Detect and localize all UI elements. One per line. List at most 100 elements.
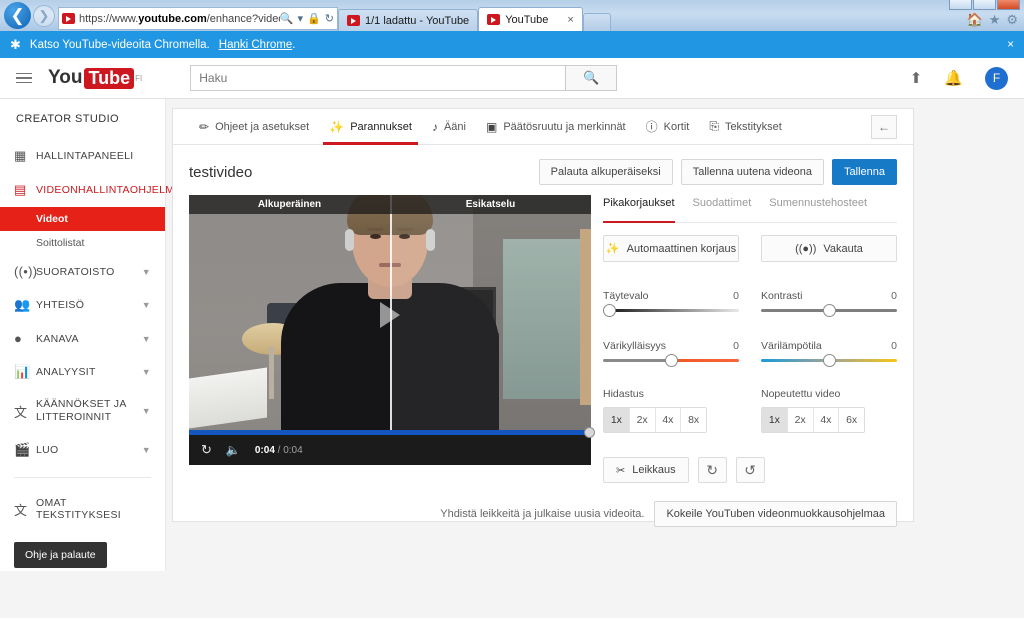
sidebar-item-suoratoisto[interactable]: ((•)) SUORATOISTO ▼ bbox=[0, 255, 165, 288]
help-feedback-button[interactable]: Ohje ja palaute bbox=[14, 542, 107, 569]
guide-menu-button[interactable] bbox=[16, 72, 32, 84]
tab-ohjeet-ja-asetukset[interactable]: ✏ Ohjeet ja asetukset bbox=[189, 109, 319, 145]
avatar[interactable]: F bbox=[985, 66, 1008, 90]
revert-button[interactable]: Palauta alkuperäiseksi bbox=[538, 159, 673, 185]
fast-option-6x[interactable]: 6x bbox=[839, 408, 864, 432]
maximize-button[interactable] bbox=[973, 0, 996, 10]
pencil-icon: ✏ bbox=[199, 119, 210, 134]
slider-taytevalo: Täytevalo 0 bbox=[603, 290, 739, 317]
rotate-clockwise-button[interactable]: ↻ bbox=[697, 457, 727, 483]
new-tab-button[interactable] bbox=[582, 13, 611, 31]
video-editor-cta-button[interactable]: Kokeile YouTuben videonmuokkausohjelmaa bbox=[654, 501, 897, 527]
play-button-overlay[interactable] bbox=[380, 302, 400, 328]
window-close-button[interactable] bbox=[997, 0, 1020, 10]
window-controls[interactable] bbox=[948, 0, 1020, 10]
video-frame[interactable]: Alkuperäinen Esikatselu bbox=[189, 195, 591, 435]
slider-track[interactable] bbox=[603, 354, 739, 367]
get-chrome-link[interactable]: Hanki Chrome bbox=[219, 39, 293, 51]
rotate-counterclockwise-button[interactable]: ↺ bbox=[735, 457, 765, 483]
video-player: Alkuperäinen Esikatselu ↻ 🔈 0:04 / 0:04 bbox=[189, 195, 595, 483]
tab-parannukset[interactable]: ✨ Parannukset bbox=[319, 109, 422, 145]
tab-label: Päätösruutu ja merkinnät bbox=[503, 120, 626, 133]
browser-back-button[interactable]: ❮ bbox=[4, 2, 31, 29]
tab-pikakorjaukset[interactable]: Pikakorjaukset bbox=[603, 197, 675, 223]
slider-track[interactable] bbox=[761, 304, 897, 317]
browser-toolbar-icons[interactable]: 🏠 ★ ⚙ bbox=[967, 12, 1024, 31]
back-arrow-button[interactable]: ← bbox=[871, 114, 897, 139]
sidebar-item-analyysit[interactable]: 📊 ANALYYSIT ▼ bbox=[0, 355, 165, 389]
progress-bar[interactable] bbox=[189, 427, 595, 438]
sidebar-item-label: KANAVA bbox=[36, 332, 79, 345]
browser-forward-button[interactable]: ❯ bbox=[33, 5, 55, 27]
slow-option-4x[interactable]: 4x bbox=[655, 408, 682, 432]
youtube-favicon bbox=[62, 13, 75, 24]
masthead-actions: ⬆ 🔔 F bbox=[910, 66, 1008, 90]
chevron-down-icon[interactable]: ▾ bbox=[298, 12, 304, 25]
address-bar-icons[interactable]: 🔍 ▾ 🔒 ↻ bbox=[280, 12, 334, 25]
music-note-icon: ♪ bbox=[431, 119, 438, 134]
promo-close-icon[interactable]: × bbox=[1007, 39, 1014, 51]
slow-option-1x[interactable]: 1x bbox=[604, 408, 630, 432]
minimize-button[interactable] bbox=[949, 0, 972, 10]
volume-icon[interactable]: 🔈 bbox=[226, 443, 241, 457]
slider-track[interactable] bbox=[603, 304, 739, 317]
stabilize-button[interactable]: ((●)) Vakauta bbox=[761, 235, 897, 262]
search-input[interactable] bbox=[190, 65, 566, 91]
sidebar-item-kanava[interactable]: ● KANAVA ▼ bbox=[0, 322, 165, 355]
notifications-bell-icon[interactable]: 🔔 bbox=[944, 69, 963, 87]
save-as-new-button[interactable]: Tallenna uutena videona bbox=[680, 159, 825, 185]
sidebar-title: CREATOR STUDIO bbox=[16, 113, 119, 125]
sidebar-item-soittolistat[interactable]: Soittolistat bbox=[0, 231, 165, 255]
slider-handle[interactable] bbox=[665, 354, 678, 367]
fast-option-4x[interactable]: 4x bbox=[813, 408, 840, 432]
chevron-down-icon: ▼ bbox=[141, 333, 151, 344]
search-button[interactable]: 🔍 bbox=[565, 65, 618, 91]
search-icon[interactable]: 🔍 bbox=[280, 12, 294, 25]
save-button[interactable]: Tallenna bbox=[832, 159, 897, 185]
slow-option-2x[interactable]: 2x bbox=[629, 408, 656, 432]
slider-handle[interactable] bbox=[823, 354, 836, 367]
settings-gear-icon[interactable]: ⚙ bbox=[1006, 12, 1018, 28]
magic-wand-icon: ✨ bbox=[605, 243, 620, 255]
tab-tekstitykset[interactable]: ⎘ Tekstitykset bbox=[699, 109, 791, 145]
sidebar-item-yhteiso[interactable]: 👥 YHTEISÖ ▼ bbox=[0, 288, 165, 322]
sidebar-item-kaannokset[interactable]: 文 KÄÄNNÖKSET JA LITTEROINNIT ▼ bbox=[0, 389, 165, 433]
youtube-logo[interactable]: You Tube FI bbox=[48, 67, 142, 89]
reload-icon[interactable]: ↻ bbox=[325, 12, 334, 25]
progress-knob[interactable] bbox=[584, 427, 595, 438]
address-bar[interactable]: https://www.youtube.com/enhance?video_re… bbox=[58, 7, 338, 30]
sidebar-divider bbox=[14, 477, 151, 479]
slow-option-8x[interactable]: 8x bbox=[681, 408, 706, 432]
sidebar-item-my-subtitles[interactable]: 文 OMAT TEKSTITYKSESI bbox=[0, 488, 165, 530]
fast-option-2x[interactable]: 2x bbox=[787, 408, 814, 432]
tab-aani[interactable]: ♪ Ääni bbox=[422, 109, 476, 145]
slider-varilampotila: Värilämpötila 0 bbox=[761, 340, 897, 367]
sidebar-item-videot[interactable]: Videot bbox=[0, 207, 165, 231]
tab-suodattimet[interactable]: Suodattimet bbox=[693, 197, 752, 222]
home-icon[interactable]: 🏠 bbox=[967, 12, 983, 28]
page-title: testivideo bbox=[189, 163, 253, 181]
slider-handle[interactable] bbox=[823, 304, 836, 317]
sidebar-item-dashboard[interactable]: ▦ HALLINTAPANEELI bbox=[0, 139, 165, 173]
chevron-down-icon: ▼ bbox=[141, 300, 151, 310]
fast-option-1x[interactable]: 1x bbox=[762, 408, 788, 432]
auto-fix-button[interactable]: ✨ Automaattinen korjaus bbox=[603, 235, 739, 262]
browser-tab-0[interactable]: 1/1 ladattu - YouTube bbox=[338, 9, 479, 31]
analytics-icon: 📊 bbox=[14, 364, 31, 379]
sidebar-item-video-manager[interactable]: ▤ VIDEONHALLINTAOHJELMA bbox=[0, 173, 181, 207]
tab-kortit[interactable]: ⓘ Kortit bbox=[636, 109, 700, 145]
favorites-star-icon[interactable]: ★ bbox=[989, 12, 1001, 28]
slider-handle[interactable] bbox=[603, 304, 616, 317]
search-form[interactable]: 🔍 bbox=[190, 65, 618, 91]
trim-button[interactable]: ✂ Leikkaus bbox=[603, 457, 689, 483]
browser-tab-1[interactable]: YouTube × bbox=[478, 7, 583, 31]
channel-icon: ● bbox=[14, 331, 23, 346]
tab-paatosruutu-ja-merkinnat[interactable]: ▣ Päätösruutu ja merkinnät bbox=[476, 109, 636, 145]
sidebar-item-luo[interactable]: 🎬 LUO ▼ bbox=[0, 433, 165, 467]
upload-icon[interactable]: ⬆ bbox=[910, 69, 923, 87]
action-buttons-row: ✨ Automaattinen korjaus ((●)) Vakauta bbox=[603, 235, 897, 262]
tab-sumennustehosteet[interactable]: Sumennustehosteet bbox=[769, 197, 867, 222]
slider-track[interactable] bbox=[761, 354, 897, 367]
replay-icon[interactable]: ↻ bbox=[201, 442, 212, 458]
tab-close-icon[interactable]: × bbox=[567, 14, 573, 26]
